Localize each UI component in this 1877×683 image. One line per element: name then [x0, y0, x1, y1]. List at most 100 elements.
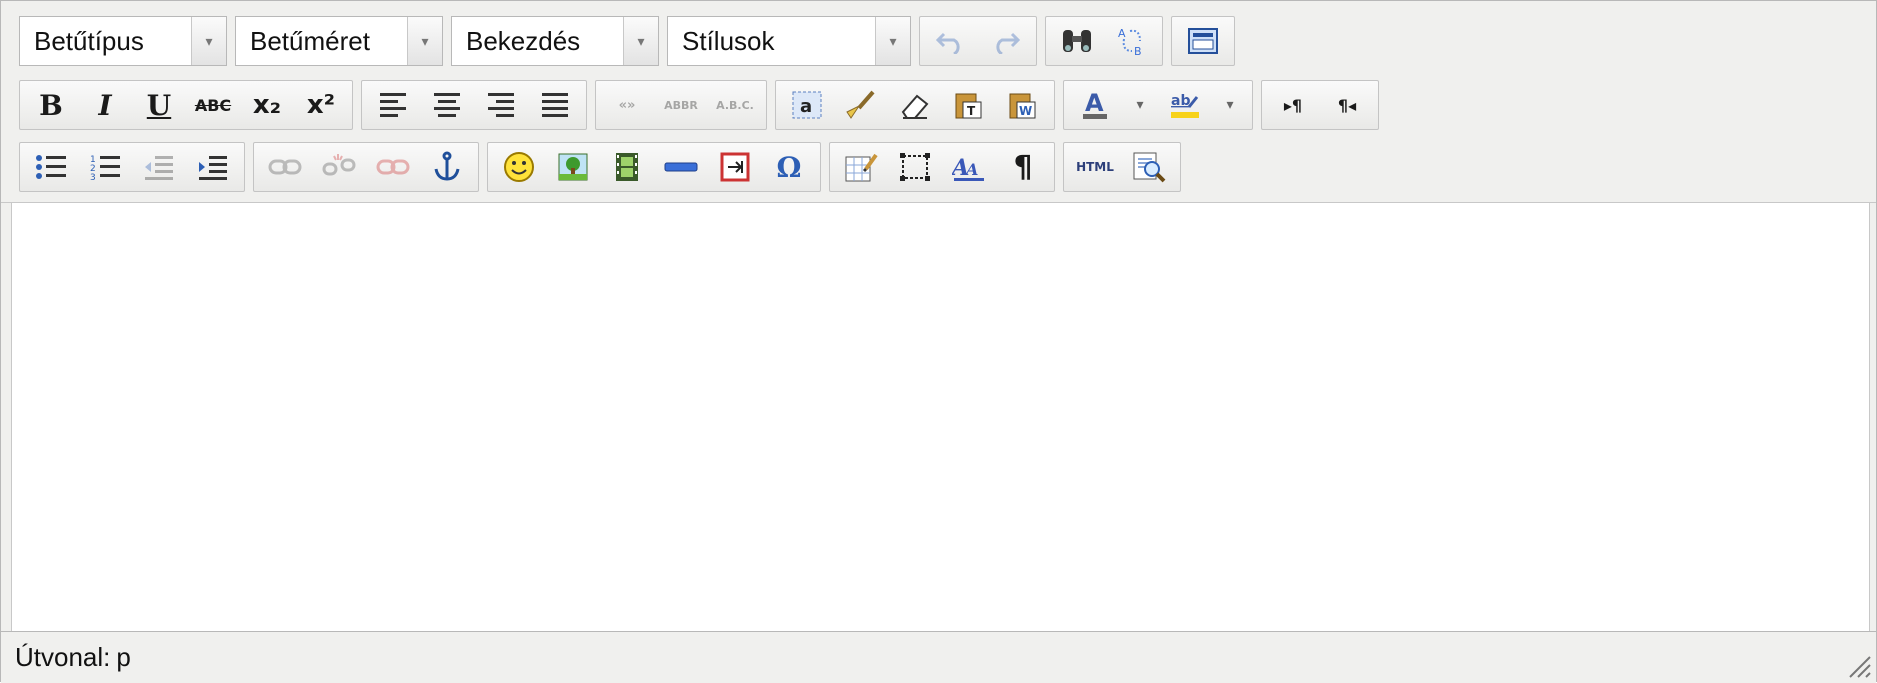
svg-text:T: T	[967, 104, 976, 118]
special-char-button[interactable]: Ω	[762, 145, 816, 189]
fullscreen-icon	[1188, 28, 1218, 54]
numbered-list-icon: 123	[90, 155, 120, 181]
bullet-list-button[interactable]	[24, 145, 78, 189]
broken-link-icon	[376, 159, 410, 175]
paste-word-icon: W	[1009, 93, 1036, 119]
insert-group: Ω	[487, 142, 821, 192]
rich-text-editor: Betűtípus ▾ Betűméret ▾ Bekezdés ▾ Stílu…	[0, 0, 1877, 683]
color-group: A ▾ ab ▾	[1063, 80, 1253, 130]
undo-redo-group	[919, 16, 1037, 66]
text-color-icon: A	[1083, 89, 1107, 119]
outdent-icon	[145, 156, 173, 180]
rtl-button[interactable]: ¶◂	[1320, 83, 1374, 127]
select-all-icon: a	[792, 91, 822, 119]
insert-link-button[interactable]	[258, 145, 312, 189]
alignment-group	[361, 80, 587, 130]
strikethrough-button[interactable]: ABC	[186, 83, 240, 127]
subscript-button[interactable]: x₂	[240, 83, 294, 127]
chevron-down-icon[interactable]: ▾	[623, 17, 658, 65]
toolbar-row-3: 123 Ω A A ¶ HTML	[19, 141, 1189, 193]
select-all-button[interactable]: a	[780, 83, 834, 127]
bullet-list-icon	[36, 155, 66, 179]
redo-icon	[996, 32, 1020, 54]
insert-media-button[interactable]	[600, 145, 654, 189]
svg-text:a: a	[800, 96, 812, 117]
align-left-button[interactable]	[366, 83, 420, 127]
show-blocks-button[interactable]: ¶	[996, 145, 1050, 189]
cite-button[interactable]: «»	[600, 83, 654, 127]
replace-button[interactable]: AB	[1104, 19, 1158, 63]
emoticon-button[interactable]	[492, 145, 546, 189]
citation-group: «» ABBR A.B.C.	[595, 80, 767, 130]
highlight-color-button[interactable]: ab	[1158, 83, 1212, 127]
align-right-button[interactable]	[474, 83, 528, 127]
preview-icon	[1133, 152, 1166, 183]
layout-group: AA ¶	[829, 142, 1055, 192]
insert-image-button[interactable]	[546, 145, 600, 189]
anchor-button[interactable]	[420, 145, 474, 189]
toolbar-row-1: Betűtípus ▾ Betűméret ▾ Bekezdés ▾ Stílu…	[19, 15, 1243, 67]
html-source-button[interactable]: HTML	[1068, 145, 1122, 189]
highlight-color-icon: ab	[1171, 93, 1199, 118]
bold-button[interactable]: B	[24, 83, 78, 127]
table-button[interactable]	[834, 145, 888, 189]
image-icon	[558, 153, 588, 181]
element-path: Útvonal: p	[15, 642, 131, 673]
underline-button[interactable]: U	[132, 83, 186, 127]
find-button[interactable]	[1050, 19, 1104, 63]
visual-aid-button[interactable]	[888, 145, 942, 189]
font-family-select[interactable]: Betűtípus ▾	[19, 16, 227, 66]
cleanup-button[interactable]	[834, 83, 888, 127]
remove-format-button[interactable]	[888, 83, 942, 127]
font-size-select[interactable]: Betűméret ▾	[235, 16, 443, 66]
unlink-icon	[322, 154, 356, 176]
style-props-icon: AA	[952, 155, 984, 181]
anchor-remove-button[interactable]	[366, 145, 420, 189]
status-bar: Útvonal: p	[1, 631, 1876, 683]
resize-handle-icon[interactable]	[1844, 651, 1872, 679]
nonbreaking-button[interactable]	[708, 145, 762, 189]
table-edit-icon	[845, 153, 878, 182]
brush-icon	[846, 90, 875, 119]
nonbreaking-icon	[720, 152, 750, 182]
unlink-button[interactable]	[312, 145, 366, 189]
text-color-button[interactable]: A	[1068, 83, 1122, 127]
styleprops-button[interactable]: AA	[942, 145, 996, 189]
text-color-dropdown[interactable]: ▾	[1122, 83, 1158, 127]
paragraph-format-select[interactable]: Bekezdés ▾	[451, 16, 659, 66]
list-group: 123	[19, 142, 245, 192]
highlight-color-dropdown[interactable]: ▾	[1212, 83, 1248, 127]
ltr-button[interactable]: ▸¶	[1266, 83, 1320, 127]
acronym-button[interactable]: A.B.C.	[708, 83, 762, 127]
align-left-icon	[380, 93, 406, 117]
svg-text:3: 3	[90, 173, 96, 181]
justify-button[interactable]	[528, 83, 582, 127]
chevron-down-icon[interactable]: ▾	[875, 17, 910, 65]
chevron-down-icon[interactable]: ▾	[191, 17, 226, 65]
anchor-icon	[434, 151, 460, 181]
indent-button[interactable]	[186, 145, 240, 189]
indent-icon	[199, 156, 227, 180]
outdent-button[interactable]	[132, 145, 186, 189]
paste-text-icon: T	[955, 93, 982, 119]
abbr-button[interactable]: ABBR	[654, 83, 708, 127]
redo-button[interactable]	[978, 19, 1032, 63]
fullscreen-button[interactable]	[1176, 19, 1230, 63]
editor-content-area[interactable]	[11, 203, 1870, 631]
styles-select[interactable]: Stílusok ▾	[667, 16, 911, 66]
chevron-down-icon[interactable]: ▾	[407, 17, 442, 65]
path-element-p[interactable]: p	[116, 642, 130, 672]
svg-text:A: A	[1118, 27, 1126, 40]
preview-button[interactable]	[1122, 145, 1176, 189]
path-label: Útvonal:	[15, 642, 111, 672]
superscript-button[interactable]: x²	[294, 83, 348, 127]
horizontal-rule-button[interactable]	[654, 145, 708, 189]
search-group: AB	[1045, 16, 1163, 66]
align-center-button[interactable]	[420, 83, 474, 127]
paste-word-button[interactable]: W	[996, 83, 1050, 127]
italic-button[interactable]: I	[78, 83, 132, 127]
paste-text-button[interactable]: T	[942, 83, 996, 127]
undo-button[interactable]	[924, 19, 978, 63]
numbered-list-button[interactable]: 123	[78, 145, 132, 189]
toolbar: Betűtípus ▾ Betűméret ▾ Bekezdés ▾ Stílu…	[1, 1, 1876, 203]
